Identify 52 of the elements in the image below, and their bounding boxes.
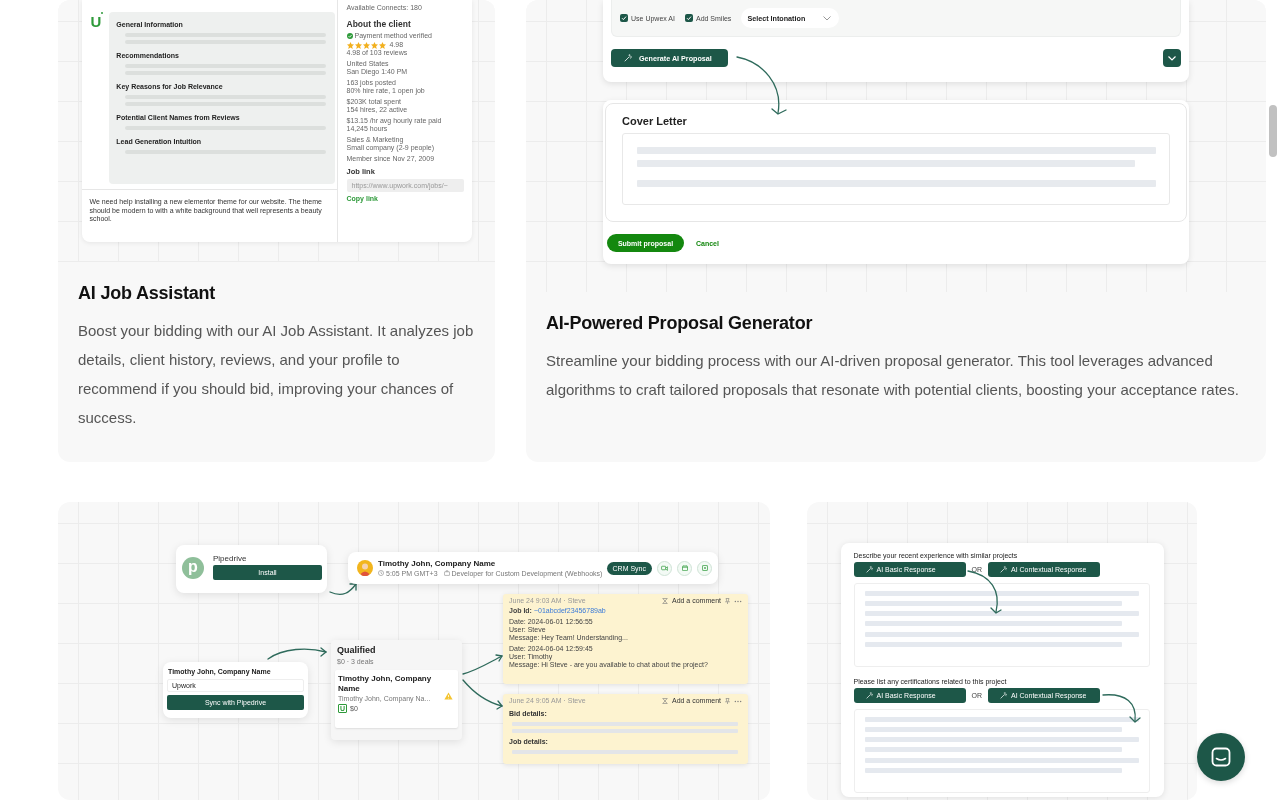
- magic-wand-icon: [865, 566, 873, 573]
- warning-icon: [444, 692, 453, 700]
- arrow: [462, 654, 503, 675]
- arrow: [329, 583, 357, 596]
- scrollbar-thumb[interactable]: [1269, 105, 1277, 157]
- contact-name: Timothy John, Company Name: [378, 558, 497, 569]
- client-heading: About the client: [346, 19, 412, 29]
- chat-icon: [1211, 747, 1231, 767]
- cover-letter-field[interactable]: [622, 133, 1170, 205]
- hourglass-icon: [661, 698, 668, 704]
- more-icon: [734, 699, 742, 703]
- calendar-icon: [681, 565, 688, 571]
- magic-wand-icon: [624, 54, 632, 62]
- verified-icon: [346, 33, 353, 39]
- hourglass-icon: [661, 598, 668, 604]
- pin-icon: [725, 598, 730, 604]
- answer-field[interactable]: [853, 709, 1150, 793]
- stage-title: Qualified: [336, 645, 377, 656]
- section-title: Cover Letter: [622, 115, 688, 128]
- card-title: AI Job Assistant: [78, 283, 217, 304]
- answer-field[interactable]: [853, 583, 1150, 667]
- briefcase-icon: [443, 570, 450, 576]
- card-title: AI-Powered Proposal Generator: [546, 313, 814, 334]
- chevron-down-icon: [1168, 55, 1176, 61]
- clock-icon: [378, 570, 384, 576]
- video-button[interactable]: [657, 560, 672, 576]
- arrow: [736, 56, 787, 115]
- magic-wand-icon: [1000, 566, 1007, 573]
- arrow: [267, 647, 327, 660]
- chevron-down-icon: [823, 15, 832, 21]
- magic-wand-icon: [1000, 692, 1007, 699]
- logo: U: [90, 15, 102, 29]
- card-description: Streamline your bidding process with our AI-driven proposal generator. This tool leverages advanced algorithms to craft tailored proposals that resonate with potential clients, boosting your acceptance rates.: [546, 351, 1240, 400]
- card-description: Boost your bidding with our AI Job Assistant. It analyzes job details, client history, reviews, and your profile to recommend if you should bid, improving your chances of success.: [78, 321, 475, 428]
- arrow: [966, 570, 1002, 614]
- avatar-icon: [357, 560, 373, 576]
- video-camera-icon: [661, 565, 668, 571]
- app-name: Pipedrive: [213, 554, 248, 563]
- sheet-button[interactable]: [697, 560, 712, 576]
- calendar-button[interactable]: [677, 560, 692, 576]
- pipedrive-logo: p: [182, 557, 204, 579]
- checkbox[interactable]: [620, 14, 628, 22]
- expand-button[interactable]: [1163, 49, 1181, 67]
- chat-button[interactable]: [1197, 733, 1245, 781]
- more-icon: [734, 599, 742, 603]
- spreadsheet-icon: [701, 565, 708, 571]
- arrow: [462, 679, 503, 710]
- arrow: [1101, 694, 1141, 723]
- checkbox[interactable]: [684, 14, 693, 22]
- pin-icon: [725, 698, 730, 704]
- deal-title: Timothy John, Company Name: [338, 674, 433, 694]
- magic-wand-icon: [865, 692, 873, 699]
